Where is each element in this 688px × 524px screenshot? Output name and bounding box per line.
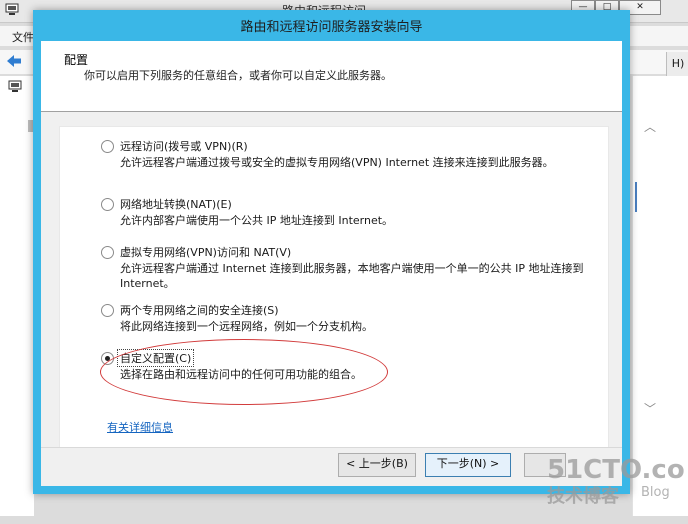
configuration-options: 远程访问(拨号或 VPN)(R) 允许远程客户端通过拨号或安全的虚拟专用网络(V…: [59, 126, 609, 448]
option-label-nat[interactable]: 网络地址转换(NAT)(E): [120, 196, 232, 212]
51cto-watermark-logo: 51CTO.com 技术博客 Blog: [547, 455, 685, 507]
option-desc-remote-access: 允许远程客户端通过拨号或安全的虚拟专用网络(VPN) Internet 连接来连…: [120, 156, 554, 169]
header-title: 配置: [64, 53, 89, 67]
svg-text:51CTO.com: 51CTO.com: [547, 455, 685, 485]
option-desc-nat: 允许内部客户端使用一个公共 IP 地址连接到 Internet。: [120, 214, 394, 227]
more-info-link[interactable]: 有关详细信息: [107, 419, 173, 435]
menu-file[interactable]: 文件: [12, 29, 34, 45]
dialog-title: 路由和远程访问服务器安装向导: [240, 20, 423, 35]
scroll-up-icon[interactable]: ︿: [644, 118, 656, 135]
background-tree-pane: [0, 76, 34, 516]
option-desc-vpn-and-nat: 允许远程客户端通过 Internet 连接到此服务器，本地客户端使用一个单一的公…: [120, 262, 584, 290]
radio-nat[interactable]: [101, 198, 114, 211]
option-label-secure-connection[interactable]: 两个专用网络之间的安全连接(S): [120, 302, 279, 318]
option-label-remote-access[interactable]: 远程访问(拨号或 VPN)(R): [120, 138, 248, 154]
next-button[interactable]: 下一步(N) >: [425, 453, 511, 477]
header-subtitle: 你可以启用下列服务的任意组合，或者你可以自定义此服务器。: [84, 69, 392, 82]
radio-remote-access[interactable]: [101, 140, 114, 153]
back-button[interactable]: < 上一步(B): [338, 453, 416, 477]
background-accent-mark: [635, 182, 641, 212]
option-desc-secure-connection: 将此网络连接到一个远程网络，例如一个分支机构。: [120, 320, 373, 333]
wizard-header: 配置 你可以启用下列服务的任意组合，或者你可以自定义此服务器。: [41, 41, 622, 112]
radio-secure-connection[interactable]: [101, 304, 114, 317]
scroll-down-icon[interactable]: ﹀: [644, 400, 656, 417]
svg-text:Blog: Blog: [641, 485, 670, 500]
setup-wizard-dialog: 路由和远程访问服务器安装向导 配置 你可以启用下列服务的任意组合，或者你可以自定…: [33, 10, 630, 494]
svg-text:技术博客: 技术博客: [547, 485, 620, 507]
radio-vpn-and-nat[interactable]: [101, 246, 114, 259]
annotation-ellipse: [100, 339, 388, 405]
background-menu-help[interactable]: H): [666, 52, 688, 76]
back-arrow-icon[interactable]: [6, 54, 22, 68]
option-label-vpn-and-nat[interactable]: 虚拟专用网络(VPN)访问和 NAT(V): [120, 244, 291, 260]
app-icon: [5, 3, 19, 15]
dialog-body: 配置 你可以启用下列服务的任意组合，或者你可以自定义此服务器。 远程访问(拨号或…: [41, 41, 622, 486]
server-icon: [8, 80, 22, 92]
footer-separator: [41, 447, 622, 448]
